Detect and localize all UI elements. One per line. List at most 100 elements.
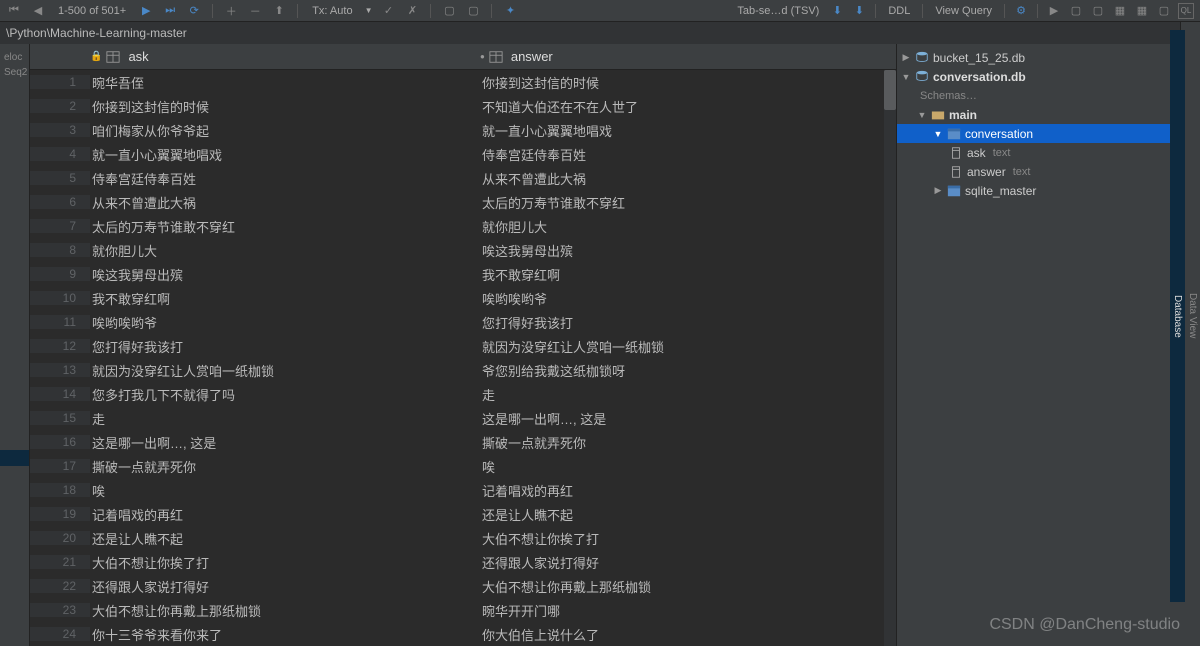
pin-button[interactable]: ✦ (502, 3, 518, 19)
cell-answer[interactable]: 大伯不想让你挨了打 (480, 529, 896, 548)
cell-answer[interactable]: 唉 (480, 457, 896, 476)
table-row[interactable]: 13就因为没穿红让人赏咱一纸枷锁爷您别给我戴这纸枷锁呀 (30, 358, 896, 382)
prev-page-button[interactable]: ◀ (30, 3, 46, 19)
cell-ask[interactable]: 唉这我舅母出殡 (90, 265, 480, 284)
cell-ask[interactable]: 撕破一点就弄死你 (90, 457, 480, 476)
cell-ask[interactable]: 太后的万寿节谁敢不穿红 (90, 217, 480, 236)
dropdown-icon[interactable]: ▼ (365, 6, 373, 15)
schema-main-node[interactable]: ▼ main (897, 105, 1200, 124)
next-page-button[interactable]: ▶ (138, 3, 154, 19)
table-row[interactable]: 5侍奉宫廷侍奉百姓从来不曾遭此大祸 (30, 166, 896, 190)
scrollbar-thumb[interactable] (884, 70, 896, 110)
cell-answer[interactable]: 还是让人瞧不起 (480, 505, 896, 524)
cell-ask[interactable]: 我不敢穿红啊 (90, 289, 480, 308)
export-format[interactable]: Tab-se…d (TSV) (733, 5, 823, 17)
cell-ask[interactable]: 你十三爷爷来看你来了 (90, 625, 480, 644)
export-button[interactable]: ⬇ (829, 3, 845, 19)
table-row[interactable]: 2你接到这封信的时候不知道大伯还在不在人世了 (30, 94, 896, 118)
cell-ask[interactable]: 晼华吾侄 (90, 73, 480, 92)
cell-answer[interactable]: 我不敢穿红啊 (480, 265, 896, 284)
add-row-button[interactable]: ＋ (223, 3, 239, 19)
cell-ask[interactable]: 大伯不想让你再戴上那纸枷锁 (90, 601, 480, 620)
cell-ask[interactable]: 侍奉宫廷侍奉百姓 (90, 169, 480, 188)
cell-ask[interactable]: 唉 (90, 481, 480, 500)
cell-ask[interactable]: 咱们梅家从你爷爷起 (90, 121, 480, 140)
table-row[interactable]: 21大伯不想让你挨了打还得跟人家说打得好 (30, 550, 896, 574)
tool-1-button[interactable]: ▢ (1068, 3, 1084, 19)
tool-2-button[interactable]: ▢ (1090, 3, 1106, 19)
cell-ask[interactable]: 你接到这封信的时候 (90, 97, 480, 116)
cell-answer[interactable]: 太后的万寿节谁敢不穿红 (480, 193, 896, 212)
schemas-node[interactable]: Schemas… (897, 86, 1200, 105)
console-button[interactable]: ▢ (1156, 3, 1172, 19)
db-node-bucket[interactable]: ▶ bucket_15_25.db (897, 48, 1200, 67)
cell-ask[interactable]: 还得跟人家说打得好 (90, 577, 480, 596)
cell-answer[interactable]: 唉哟唉哟爷 (480, 289, 896, 308)
ddl-button[interactable]: DDL (884, 5, 914, 17)
table-row[interactable]: 12您打得好我该打就因为没穿红让人赏咱一纸枷锁 (30, 334, 896, 358)
column-ask-node[interactable]: ask text (897, 143, 1200, 162)
table-row[interactable]: 14您多打我几下不就得了吗走 (30, 382, 896, 406)
tx-rollback-button[interactable]: ✗ (404, 3, 420, 19)
table-row[interactable]: 15走这是哪一出啊…, 这是 (30, 406, 896, 430)
table-row[interactable]: 24你十三爷爷来看你来了你大伯信上说什么了 (30, 622, 896, 646)
vertical-scrollbar[interactable] (884, 70, 896, 646)
tool-4-button[interactable]: ▦ (1134, 3, 1150, 19)
cell-answer[interactable]: 从来不曾遭此大祸 (480, 169, 896, 188)
db-node-conversation[interactable]: ▼ conversation.db (897, 67, 1200, 86)
tab-data-view[interactable]: Data View (1185, 30, 1200, 602)
table-row[interactable]: 6从来不曾遭此大祸太后的万寿节谁敢不穿红 (30, 190, 896, 214)
first-page-button[interactable]: ⏮ (6, 3, 22, 19)
cell-answer[interactable]: 唉这我舅母出殡 (480, 241, 896, 260)
table-sqlite-master-node[interactable]: ▶ sqlite_master (897, 181, 1200, 200)
table-row[interactable]: 7太后的万寿节谁敢不穿红就你胆儿大 (30, 214, 896, 238)
table-row[interactable]: 22还得跟人家说打得好大伯不想让你再戴上那纸枷锁 (30, 574, 896, 598)
cell-answer[interactable]: 就你胆儿大 (480, 217, 896, 236)
table-row[interactable]: 4就一直小心翼翼地唱戏侍奉宫廷侍奉百姓 (30, 142, 896, 166)
tool-3-button[interactable]: ▦ (1112, 3, 1128, 19)
cell-answer[interactable]: 晼华开开门哪 (480, 601, 896, 620)
cell-ask[interactable]: 就因为没穿红让人赏咱一纸枷锁 (90, 361, 480, 380)
table-row[interactable]: 19记着唱戏的再红还是让人瞧不起 (30, 502, 896, 526)
commit-button[interactable]: ⬆ (271, 3, 287, 19)
cell-answer[interactable]: 你接到这封信的时候 (480, 73, 896, 92)
cell-ask[interactable]: 记着唱戏的再红 (90, 505, 480, 524)
remove-row-button[interactable]: － (247, 3, 263, 19)
reload-button[interactable]: ⟳ (186, 3, 202, 19)
table-row[interactable]: 20还是让人瞧不起大伯不想让你挨了打 (30, 526, 896, 550)
table-row[interactable]: 18唉记着唱戏的再红 (30, 478, 896, 502)
settings-button[interactable]: ⚙ (1013, 3, 1029, 19)
last-page-button[interactable]: ⏭ (162, 3, 178, 19)
table-row[interactable]: 17撕破一点就弄死你唉 (30, 454, 896, 478)
cell-answer[interactable]: 走 (480, 385, 896, 404)
table-row[interactable]: 9唉这我舅母出殡我不敢穿红啊 (30, 262, 896, 286)
filter-button[interactable]: ▢ (441, 3, 457, 19)
cell-ask[interactable]: 从来不曾遭此大祸 (90, 193, 480, 212)
cell-answer[interactable]: 大伯不想让你再戴上那纸枷锁 (480, 577, 896, 596)
cell-ask[interactable]: 走 (90, 409, 480, 428)
table-conversation-node[interactable]: ▼ conversation (897, 124, 1200, 143)
cell-ask[interactable]: 您多打我几下不就得了吗 (90, 385, 480, 404)
table-row[interactable]: 1晼华吾侄你接到这封信的时候 (30, 70, 896, 94)
left-gutter-item[interactable]: Seq2 (0, 65, 29, 80)
column-header-ask[interactable]: 🔒 ask (90, 49, 480, 64)
column-answer-node[interactable]: answer text (897, 162, 1200, 181)
cell-ask[interactable]: 还是让人瞧不起 (90, 529, 480, 548)
table-row[interactable]: 3咱们梅家从你爷爷起就一直小心翼翼地唱戏 (30, 118, 896, 142)
sql-button[interactable]: QL (1178, 3, 1194, 19)
view-query-button[interactable]: View Query (931, 5, 996, 17)
table-row[interactable]: 23大伯不想让你再戴上那纸枷锁晼华开开门哪 (30, 598, 896, 622)
collapse-all-button[interactable]: ▶ (1046, 3, 1062, 19)
import-button[interactable]: ⬇ (851, 3, 867, 19)
cell-answer[interactable]: 不知道大伯还在不在人世了 (480, 97, 896, 116)
table-row[interactable]: 10我不敢穿红啊唉哟唉哟爷 (30, 286, 896, 310)
cell-ask[interactable]: 大伯不想让你挨了打 (90, 553, 480, 572)
cell-ask[interactable]: 您打得好我该打 (90, 337, 480, 356)
cell-answer[interactable]: 撕破一点就弄死你 (480, 433, 896, 452)
cell-answer[interactable]: 你大伯信上说什么了 (480, 625, 896, 644)
cell-ask[interactable]: 这是哪一出啊…, 这是 (90, 433, 480, 452)
cell-answer[interactable]: 这是哪一出啊…, 这是 (480, 409, 896, 428)
cell-ask[interactable]: 就一直小心翼翼地唱戏 (90, 145, 480, 164)
cell-answer[interactable]: 爷您别给我戴这纸枷锁呀 (480, 361, 896, 380)
tab-database[interactable]: Database (1170, 30, 1185, 602)
